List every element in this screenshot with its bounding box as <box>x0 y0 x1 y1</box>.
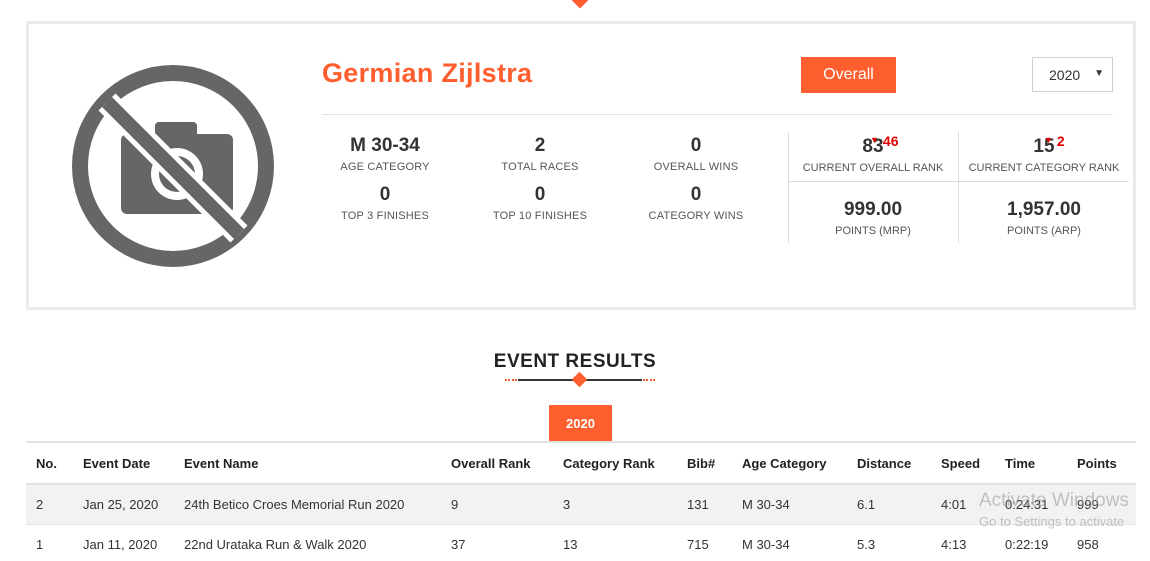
year-select-value: 2020 <box>1049 66 1081 83</box>
cell-time: 0:22:19 <box>995 524 1067 561</box>
runner-name: Germian Zijlstra <box>322 58 533 88</box>
stat-age-category: M 30-34 AGE CATEGORY <box>320 134 450 173</box>
title-decoration <box>505 371 655 388</box>
table-header-row: No. Event Date Event Name Overall Rank C… <box>26 442 1136 484</box>
stat-value: 0 <box>534 184 546 205</box>
cell-overall-rank: 9 <box>441 484 553 525</box>
column-header[interactable]: Age Category <box>732 442 847 484</box>
points-mrp-value: 999.00 <box>843 199 903 220</box>
cell-overall-rank: 37 <box>441 524 553 561</box>
category-rank-label: CURRENT CATEGORY RANK <box>968 162 1120 174</box>
stat-label: OVERALL WINS <box>653 161 739 173</box>
no-camera-icon <box>69 62 277 270</box>
arrow-down-icon: ▼ <box>870 135 879 145</box>
rank-panel: 83 CURRENT OVERALL RANK ▼ 46 15 CURRENT C… <box>788 132 1129 243</box>
stat-label: AGE CATEGORY <box>340 161 430 173</box>
column-header[interactable]: No. <box>26 442 73 484</box>
points-mrp-label: POINTS (MRP) <box>835 225 911 237</box>
column-header[interactable]: Distance <box>847 442 931 484</box>
cell-event-name[interactable]: 22nd Urataka Run & Walk 2020 <box>174 524 441 561</box>
cell-distance: 5.3 <box>847 524 931 561</box>
cell-date: Jan 25, 2020 <box>73 484 174 525</box>
stat-value: 0 <box>379 184 391 205</box>
column-header[interactable]: Time <box>995 442 1067 484</box>
cell-age-category: M 30-34 <box>732 484 847 525</box>
cell-points: 999 <box>1067 484 1136 525</box>
stat-top10-finishes: 0 TOP 10 FINISHES <box>475 183 605 222</box>
stat-label: TOP 3 FINISHES <box>341 210 429 222</box>
stat-category-wins: 0 CATEGORY WINS <box>631 183 761 222</box>
stat-label: TOP 10 FINISHES <box>492 210 588 222</box>
year-tab-2020[interactable]: 2020 <box>549 405 612 442</box>
points-arp-label: POINTS (ARP) <box>1007 225 1081 237</box>
top-decoration-diamond <box>571 0 589 9</box>
cell-no: 1 <box>26 524 73 561</box>
overall-rank-delta: ▼ 46 <box>870 133 899 149</box>
cell-category-rank: 3 <box>553 484 677 525</box>
cell-no: 2 <box>26 484 73 525</box>
column-header[interactable]: Speed <box>931 442 995 484</box>
overall-button[interactable]: Overall <box>801 57 896 93</box>
runner-profile-card: Germian Zijlstra Overall 2020 ▼ M 30-34 … <box>26 21 1136 310</box>
stat-overall-wins: 0 OVERALL WINS <box>631 134 761 173</box>
column-header[interactable]: Category Rank <box>553 442 677 484</box>
stat-top3-finishes: 0 TOP 3 FINISHES <box>320 183 450 222</box>
cell-time: 0:24:31 <box>995 484 1067 525</box>
cell-points: 958 <box>1067 524 1136 561</box>
diamond-icon <box>571 371 588 388</box>
header-divider <box>322 114 1113 115</box>
cell-speed: 4:13 <box>931 524 995 561</box>
cell-distance: 6.1 <box>847 484 931 525</box>
stat-value: 0 <box>690 135 702 156</box>
cell-bib: 715 <box>677 524 732 561</box>
cell-age-category: M 30-34 <box>732 524 847 561</box>
cell-bib: 131 <box>677 484 732 525</box>
category-rank-delta: ▼ 2 <box>1044 133 1065 149</box>
stat-label: TOTAL RACES <box>501 161 579 173</box>
year-select[interactable]: 2020 ▼ <box>1032 57 1113 92</box>
arrow-down-icon: ▼ <box>1044 135 1053 145</box>
event-results-title: EVENT RESULTS <box>493 351 657 372</box>
column-header[interactable]: Points <box>1067 442 1136 484</box>
cell-date: Jan 11, 2020 <box>73 524 174 561</box>
table-row[interactable]: 2 Jan 25, 2020 24th Betico Croes Memoria… <box>26 484 1136 525</box>
stat-value: M 30-34 <box>350 135 420 156</box>
points-arp-value: 1,957.00 <box>1007 199 1081 220</box>
points-arp: 1,957.00 POINTS (ARP) <box>959 198 1129 237</box>
stat-value: 0 <box>690 184 702 205</box>
cell-speed: 4:01 <box>931 484 995 525</box>
event-results-table: No. Event Date Event Name Overall Rank C… <box>26 441 1136 561</box>
table-row[interactable]: 1 Jan 11, 2020 22nd Urataka Run & Walk 2… <box>26 524 1136 561</box>
column-header[interactable]: Event Name <box>174 442 441 484</box>
stat-value: 2 <box>534 135 546 156</box>
column-header[interactable]: Event Date <box>73 442 174 484</box>
category-rank-delta-value: 2 <box>1056 133 1065 149</box>
overall-rank-label: CURRENT OVERALL RANK <box>802 162 944 174</box>
overall-rank-delta-value: 46 <box>882 133 899 149</box>
column-header[interactable]: Overall Rank <box>441 442 553 484</box>
cell-event-name[interactable]: 24th Betico Croes Memorial Run 2020 <box>174 484 441 525</box>
dropdown-arrow-icon: ▼ <box>1094 68 1104 79</box>
column-header[interactable]: Bib# <box>677 442 732 484</box>
points-mrp: 999.00 POINTS (MRP) <box>788 198 958 237</box>
stat-total-races: 2 TOTAL RACES <box>475 134 605 173</box>
stat-label: CATEGORY WINS <box>648 210 744 222</box>
cell-category-rank: 13 <box>553 524 677 561</box>
rank-divider <box>788 181 1129 182</box>
